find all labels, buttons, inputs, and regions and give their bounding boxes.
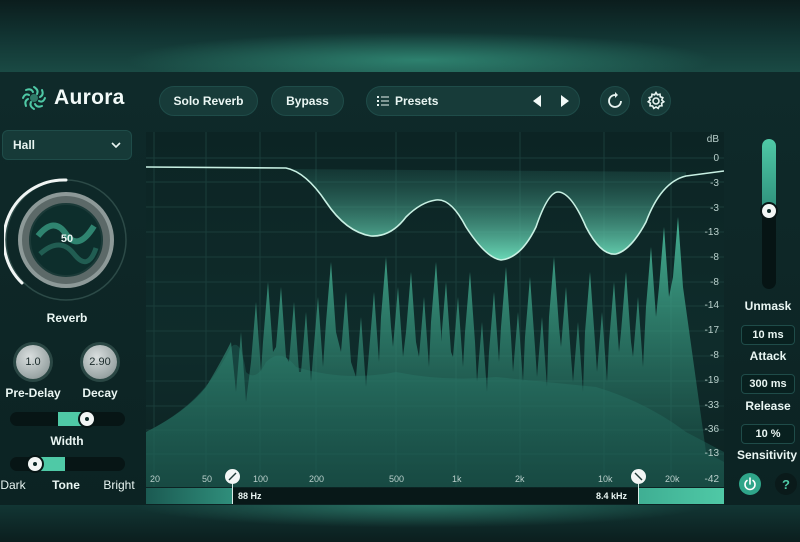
decay-label: Decay bbox=[82, 386, 118, 400]
low-cut-region bbox=[146, 488, 232, 504]
predelay-label: Pre-Delay bbox=[5, 386, 61, 400]
predelay-knob[interactable]: 1.0 bbox=[16, 345, 50, 379]
settings-button[interactable] bbox=[641, 86, 671, 116]
release-label: Release bbox=[745, 399, 791, 413]
bypass-button[interactable]: Bypass bbox=[271, 86, 344, 116]
bottom-backdrop bbox=[0, 505, 800, 542]
db-tick: -8 bbox=[710, 277, 719, 288]
low-cut-line bbox=[232, 484, 233, 504]
spectrum-display[interactable] bbox=[146, 132, 724, 487]
freq-tick: 200 bbox=[309, 474, 325, 484]
freq-tick: 500 bbox=[389, 474, 405, 484]
sensitivity-label: Sensitivity bbox=[736, 448, 798, 462]
reverb-type-value: Hall bbox=[13, 138, 36, 152]
release-field[interactable]: 300 ms bbox=[741, 374, 795, 394]
db-tick: -13 bbox=[704, 448, 719, 459]
db-tick: 0 bbox=[713, 153, 719, 164]
unmask-slider-fill bbox=[762, 139, 776, 211]
solo-reverb-button[interactable]: Solo Reverb bbox=[159, 86, 258, 116]
power-button[interactable] bbox=[739, 473, 761, 495]
refresh-icon bbox=[608, 92, 622, 108]
high-cut-handle[interactable] bbox=[631, 469, 646, 484]
slash-icon bbox=[228, 472, 237, 481]
freq-tick: 10k bbox=[598, 474, 613, 484]
app-logo: Aurora bbox=[20, 84, 125, 112]
top-backdrop bbox=[0, 0, 800, 72]
db-tick: -19 bbox=[704, 375, 719, 386]
decay-knob[interactable]: 2.90 bbox=[83, 345, 117, 379]
aurora-logo-icon bbox=[22, 86, 46, 110]
presets-label: Presets bbox=[395, 94, 439, 108]
gear-icon bbox=[646, 91, 666, 110]
freq-tick: 1k bbox=[452, 474, 462, 484]
width-slider-thumb[interactable] bbox=[80, 412, 95, 426]
high-cut-line bbox=[638, 484, 639, 504]
tone-dark-label: Dark bbox=[0, 478, 26, 492]
power-icon bbox=[744, 477, 756, 491]
attack-field[interactable]: 10 ms bbox=[741, 325, 795, 345]
width-label: Width bbox=[50, 434, 84, 448]
reverb-value: 50 bbox=[60, 233, 74, 245]
db-tick: -33 bbox=[704, 400, 719, 411]
freq-tick: 2k bbox=[515, 474, 525, 484]
app-title: Aurora bbox=[54, 86, 125, 109]
db-unit-label: dB bbox=[706, 134, 719, 145]
unmask-label: Unmask bbox=[744, 299, 792, 313]
db-tick: -14 bbox=[704, 300, 719, 311]
list-icon bbox=[377, 96, 389, 106]
db-tick: -3 bbox=[710, 178, 719, 189]
predelay-value: 1.0 bbox=[25, 356, 41, 368]
freq-tick: 20 bbox=[150, 474, 161, 484]
db-tick: -13 bbox=[704, 227, 719, 238]
backslash-icon bbox=[634, 472, 643, 481]
attack-label: Attack bbox=[749, 349, 787, 363]
high-cut-value: 8.4 kHz bbox=[596, 491, 628, 501]
presets-selector[interactable]: Presets bbox=[366, 86, 580, 116]
unmask-slider-thumb[interactable] bbox=[762, 204, 776, 218]
tone-slider[interactable] bbox=[10, 457, 125, 471]
tone-label: Tone bbox=[52, 478, 80, 492]
db-tick: -36 bbox=[704, 424, 719, 435]
db-tick: -8 bbox=[710, 350, 719, 361]
help-icon: ? bbox=[782, 476, 790, 492]
chevron-down-icon bbox=[111, 142, 121, 148]
tone-bright-label: Bright bbox=[103, 478, 135, 492]
sensitivity-field[interactable]: 10 % bbox=[741, 424, 795, 444]
high-cut-region bbox=[638, 488, 724, 504]
help-button[interactable]: ? bbox=[775, 473, 797, 495]
db-tick: -3 bbox=[710, 203, 719, 214]
next-preset-icon[interactable] bbox=[559, 95, 569, 107]
freq-tick: 100 bbox=[253, 474, 269, 484]
low-cut-handle[interactable] bbox=[225, 469, 240, 484]
db-tick: -42 bbox=[704, 474, 719, 485]
db-tick: -17 bbox=[704, 325, 719, 336]
freq-tick: 50 bbox=[202, 474, 213, 484]
spectrum-graph bbox=[146, 132, 724, 487]
learn-button[interactable] bbox=[600, 86, 630, 116]
reverb-label: Reverb bbox=[46, 311, 88, 325]
reverb-type-select[interactable]: Hall bbox=[2, 130, 132, 160]
freq-tick: 20k bbox=[665, 474, 680, 484]
db-tick: -8 bbox=[710, 252, 719, 263]
decay-value: 2.90 bbox=[89, 356, 111, 368]
low-cut-value: 88 Hz bbox=[238, 491, 262, 501]
prev-preset-icon[interactable] bbox=[533, 95, 543, 107]
